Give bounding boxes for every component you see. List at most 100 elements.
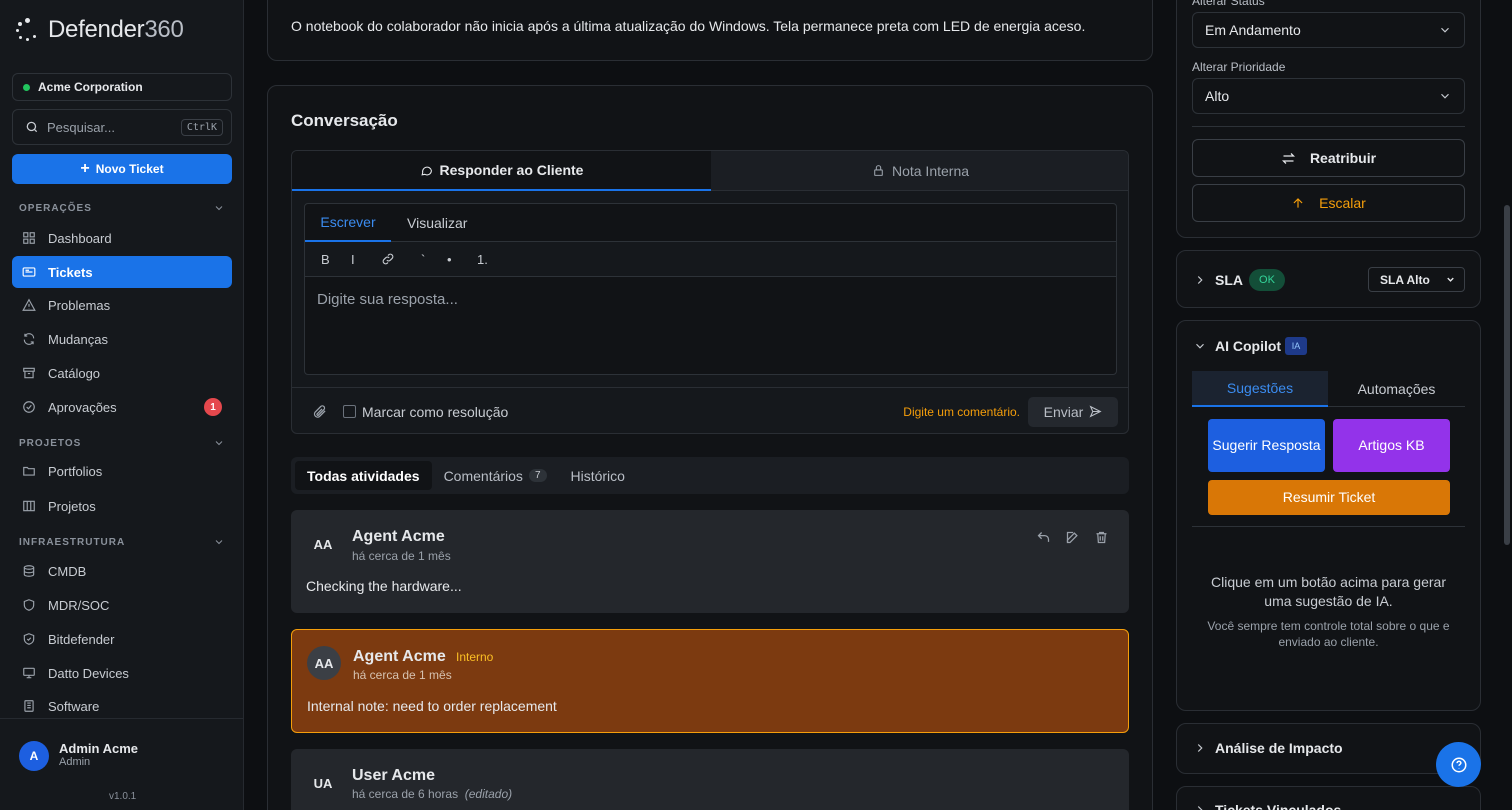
priority-select[interactable]: Alto	[1192, 78, 1465, 114]
arrow-up-icon	[1293, 198, 1303, 208]
monitor-icon	[23, 667, 35, 679]
tab-label: Responder ao Cliente	[439, 162, 584, 178]
italic-button[interactable]: I	[347, 252, 377, 267]
sidebar-item-portfolios[interactable]: Portfolios	[12, 455, 232, 487]
escalate-button[interactable]: Escalar	[1192, 184, 1465, 222]
internal-tag: Interno	[456, 650, 494, 664]
chevron-down-icon	[215, 540, 223, 545]
tab-history[interactable]: Histórico	[559, 461, 637, 490]
reply-icon[interactable]	[1036, 530, 1051, 545]
status-select[interactable]: Em Andamento	[1192, 12, 1465, 48]
search-input[interactable]: Pesquisar... CtrlK	[12, 109, 232, 145]
reassign-button[interactable]: Reatribuir	[1192, 139, 1465, 177]
sla-policy-select[interactable]: SLA Alto	[1368, 267, 1465, 292]
user-panel[interactable]: A Admin Acme Admin v1.0.1	[0, 718, 243, 810]
warning-icon	[22, 298, 36, 311]
comment-body: Checking the hardware...	[306, 578, 462, 594]
tab-suggestions[interactable]: Sugestões	[1192, 371, 1328, 407]
trash-icon[interactable]	[1094, 530, 1109, 545]
reply-textarea[interactable]: Digite sua resposta...	[305, 277, 1116, 322]
bullet-list-button[interactable]: •	[437, 252, 467, 267]
help-icon	[1451, 757, 1466, 772]
sidebar-item-tickets[interactable]: Tickets	[12, 256, 232, 288]
comment-body: Internal note: need to order replacement	[307, 698, 557, 714]
tab-all-activities[interactable]: Todas atividades	[295, 461, 432, 490]
send-button[interactable]: Enviar	[1028, 396, 1118, 427]
chevron-right-icon[interactable]	[1193, 803, 1207, 810]
resolution-checkbox[interactable]	[343, 405, 356, 418]
sidebar-item-label: Projetos	[48, 498, 96, 514]
impact-analysis-title: Análise de Impacto	[1215, 740, 1343, 756]
new-ticket-label: Novo Ticket	[95, 162, 164, 176]
ticket-description: O notebook do colaborador não inicia apó…	[291, 18, 1086, 34]
chevron-down-icon	[1441, 27, 1449, 33]
sidebar-item-datto-devices[interactable]: Datto Devices	[12, 657, 232, 689]
sidebar-item-aprovacoes[interactable]: Aprovações 1	[12, 391, 232, 423]
section-projetos[interactable]: PROJETOS	[19, 437, 225, 449]
scrollbar[interactable]	[1504, 205, 1510, 545]
archive-icon	[23, 367, 35, 379]
sidebar-item-label: Bitdefender	[48, 631, 115, 647]
sidebar-item-catalogo[interactable]: Catálogo	[12, 357, 232, 389]
sidebar-item-cmdb[interactable]: CMDB	[12, 555, 232, 587]
chevron-down-icon[interactable]	[1193, 339, 1207, 353]
sidebar-item-label: CMDB	[48, 563, 87, 579]
lock-icon	[874, 165, 883, 176]
sidebar-item-projetos[interactable]: Projetos	[12, 490, 232, 522]
chevron-down-icon	[215, 206, 223, 211]
tab-automations[interactable]: Automações	[1328, 371, 1465, 407]
org-status-dot	[23, 83, 30, 91]
summarize-ticket-button[interactable]: Resumir Ticket	[1208, 480, 1450, 515]
sidebar-item-label: Datto Devices	[48, 665, 129, 681]
logo[interactable]: Defender360	[16, 16, 184, 44]
tab-internal-note[interactable]: Nota Interna	[711, 151, 1128, 191]
tab-comments[interactable]: Comentários 7	[432, 461, 559, 490]
database-icon	[23, 565, 35, 577]
sidebar-item-label: Catálogo	[48, 365, 101, 381]
escalate-label: Escalar	[1319, 195, 1366, 211]
org-selector[interactable]: Acme Corporation	[12, 73, 232, 101]
formatting-toolbar: B I ` • 1.	[305, 242, 1116, 277]
sidebar-item-bitdefender[interactable]: Bitdefender	[12, 623, 232, 655]
code-button[interactable]: `	[407, 252, 437, 267]
sidebar-item-label: Dashboard	[48, 230, 112, 246]
paperclip-icon[interactable]	[312, 404, 327, 419]
suggest-response-button[interactable]: Sugerir Resposta	[1208, 419, 1325, 472]
comment-actions	[1036, 530, 1109, 545]
numbered-list-button[interactable]: 1.	[467, 252, 497, 267]
sidebar-item-mdr-soc[interactable]: MDR/SOC	[12, 589, 232, 621]
sidebar-item-problemas[interactable]: Problemas	[12, 289, 232, 321]
avatar: UA	[313, 775, 333, 791]
ticket-icon	[22, 267, 36, 277]
tab-reply-customer[interactable]: Responder ao Cliente	[292, 151, 711, 191]
search-shortcut: CtrlK	[180, 118, 223, 136]
copilot-title: AI Copilot	[1215, 338, 1282, 354]
sidebar-item-label: MDR/SOC	[48, 597, 110, 613]
org-name: Acme Corporation	[38, 80, 143, 94]
divider	[1192, 126, 1465, 127]
help-button[interactable]	[1436, 742, 1481, 787]
section-infraestrutura[interactable]: INFRAESTRUTURA	[19, 536, 225, 548]
section-operacoes[interactable]: OPERAÇÕES	[19, 202, 225, 214]
sidebar-item-dashboard[interactable]: Dashboard	[12, 222, 232, 254]
priority-label: Alterar Prioridade	[1192, 60, 1286, 74]
sidebar-item-label: Aprovações	[48, 399, 117, 415]
kb-articles-button[interactable]: Artigos KB	[1333, 419, 1450, 472]
shield-check-icon	[23, 633, 35, 645]
edit-icon[interactable]	[1065, 530, 1080, 545]
avatar: AA	[307, 646, 341, 680]
user-name: Admin Acme	[59, 741, 138, 756]
tab-write[interactable]: Escrever	[305, 204, 391, 242]
new-ticket-button[interactable]: + Novo Ticket	[12, 154, 232, 184]
chevron-right-icon[interactable]	[1193, 741, 1207, 755]
link-button[interactable]	[377, 252, 407, 266]
tab-preview[interactable]: Visualizar	[407, 204, 467, 242]
refresh-icon	[23, 333, 35, 345]
columns-icon	[23, 500, 35, 512]
bold-button[interactable]: B	[317, 252, 347, 267]
chevron-down-icon	[1441, 93, 1449, 99]
internal-note-item: AA Agent Acme Interno há cerca de 1 mês …	[291, 629, 1129, 733]
chevron-right-icon[interactable]	[1193, 273, 1207, 287]
chevron-down-icon	[215, 441, 223, 446]
sidebar-item-mudancas[interactable]: Mudanças	[12, 323, 232, 355]
